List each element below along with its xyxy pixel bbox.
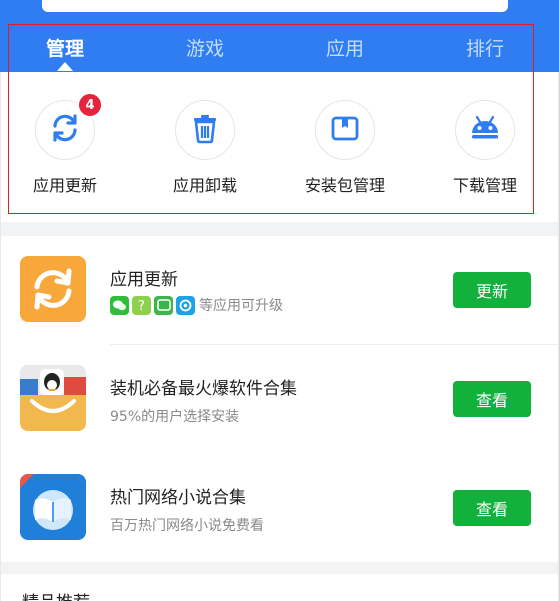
tab-manage[interactable]: 管理 bbox=[15, 34, 115, 61]
featured-section: 精品推荐 bbox=[0, 574, 559, 601]
tab-ranking[interactable]: 排行 bbox=[435, 34, 535, 61]
list-item-subtitle: 百万热门网络小说免费看 bbox=[110, 518, 264, 534]
list-item[interactable]: 应用更新 ? 等应用可升级 更新 bbox=[0, 236, 559, 344]
quick-action-package-manager[interactable]: 安装包管理 bbox=[280, 100, 410, 196]
list-item-title: 热门网络小说合集 bbox=[110, 488, 246, 508]
quick-action-label: 安装包管理 bbox=[304, 176, 385, 195]
active-tab-indicator bbox=[57, 62, 73, 71]
search-bar[interactable] bbox=[42, 0, 508, 12]
section-title: 精品推荐 bbox=[22, 588, 90, 601]
refresh-icon bbox=[48, 111, 82, 149]
package-icon-circle bbox=[315, 100, 375, 160]
weibo-app-icon bbox=[176, 295, 195, 315]
list-item[interactable]: 热门网络小说合集 百万热门网络小说免费看 查看 bbox=[0, 454, 559, 562]
essential-apps-icon bbox=[20, 365, 86, 431]
quick-action-download-manager[interactable]: 下载管理 bbox=[420, 100, 550, 196]
manage-quick-actions: 4 应用更新 应用卸载 安装包管理 下载管理 bbox=[0, 72, 559, 222]
novel-book-icon bbox=[20, 474, 86, 540]
list-item-title: 装机必备最火爆软件合集 bbox=[110, 379, 297, 399]
tab-bar: 管理 游戏 应用 排行 bbox=[0, 22, 559, 72]
update-app-icon bbox=[20, 256, 86, 322]
iqiyi-icon bbox=[154, 295, 173, 315]
android-icon bbox=[467, 111, 503, 149]
frame-border-left bbox=[0, 72, 1, 601]
update-app-mini-icons: ? 等应用可升级 bbox=[110, 295, 283, 315]
quick-action-uninstall[interactable]: 应用卸载 bbox=[140, 100, 270, 196]
quick-action-app-update[interactable]: 4 应用更新 bbox=[0, 92, 130, 196]
trash-icon-circle bbox=[175, 100, 235, 160]
quick-action-label: 应用更新 bbox=[32, 176, 97, 195]
list-item-subtitle: 等应用可升级 bbox=[199, 298, 283, 314]
update-button[interactable]: 更新 bbox=[453, 272, 531, 308]
list-item-subtitle: 95%的用户选择安装 bbox=[110, 409, 240, 425]
question-app-icon: ? bbox=[132, 295, 151, 315]
list-item[interactable]: 装机必备最火爆软件合集 95%的用户选择安装 查看 bbox=[0, 345, 559, 453]
android-icon-circle bbox=[455, 100, 515, 160]
view-button[interactable]: 查看 bbox=[453, 381, 531, 417]
package-icon bbox=[328, 111, 362, 149]
quick-action-label: 应用卸载 bbox=[172, 176, 237, 195]
svg-text:?: ? bbox=[138, 299, 145, 312]
refresh-icon-circle: 4 bbox=[35, 92, 103, 160]
list-item-title: 应用更新 bbox=[110, 270, 178, 290]
tab-apps[interactable]: 应用 bbox=[295, 34, 395, 61]
trash-icon bbox=[188, 111, 222, 149]
view-button[interactable]: 查看 bbox=[453, 490, 531, 526]
recommend-list: 应用更新 ? 等应用可升级 更新 装机必备最火爆软件合集 95%的用户选择安装 … bbox=[0, 236, 559, 562]
wechat-icon bbox=[110, 295, 129, 315]
tab-games[interactable]: 游戏 bbox=[155, 34, 255, 61]
quick-action-label: 下载管理 bbox=[452, 176, 517, 195]
update-count-badge: 4 bbox=[77, 92, 103, 118]
